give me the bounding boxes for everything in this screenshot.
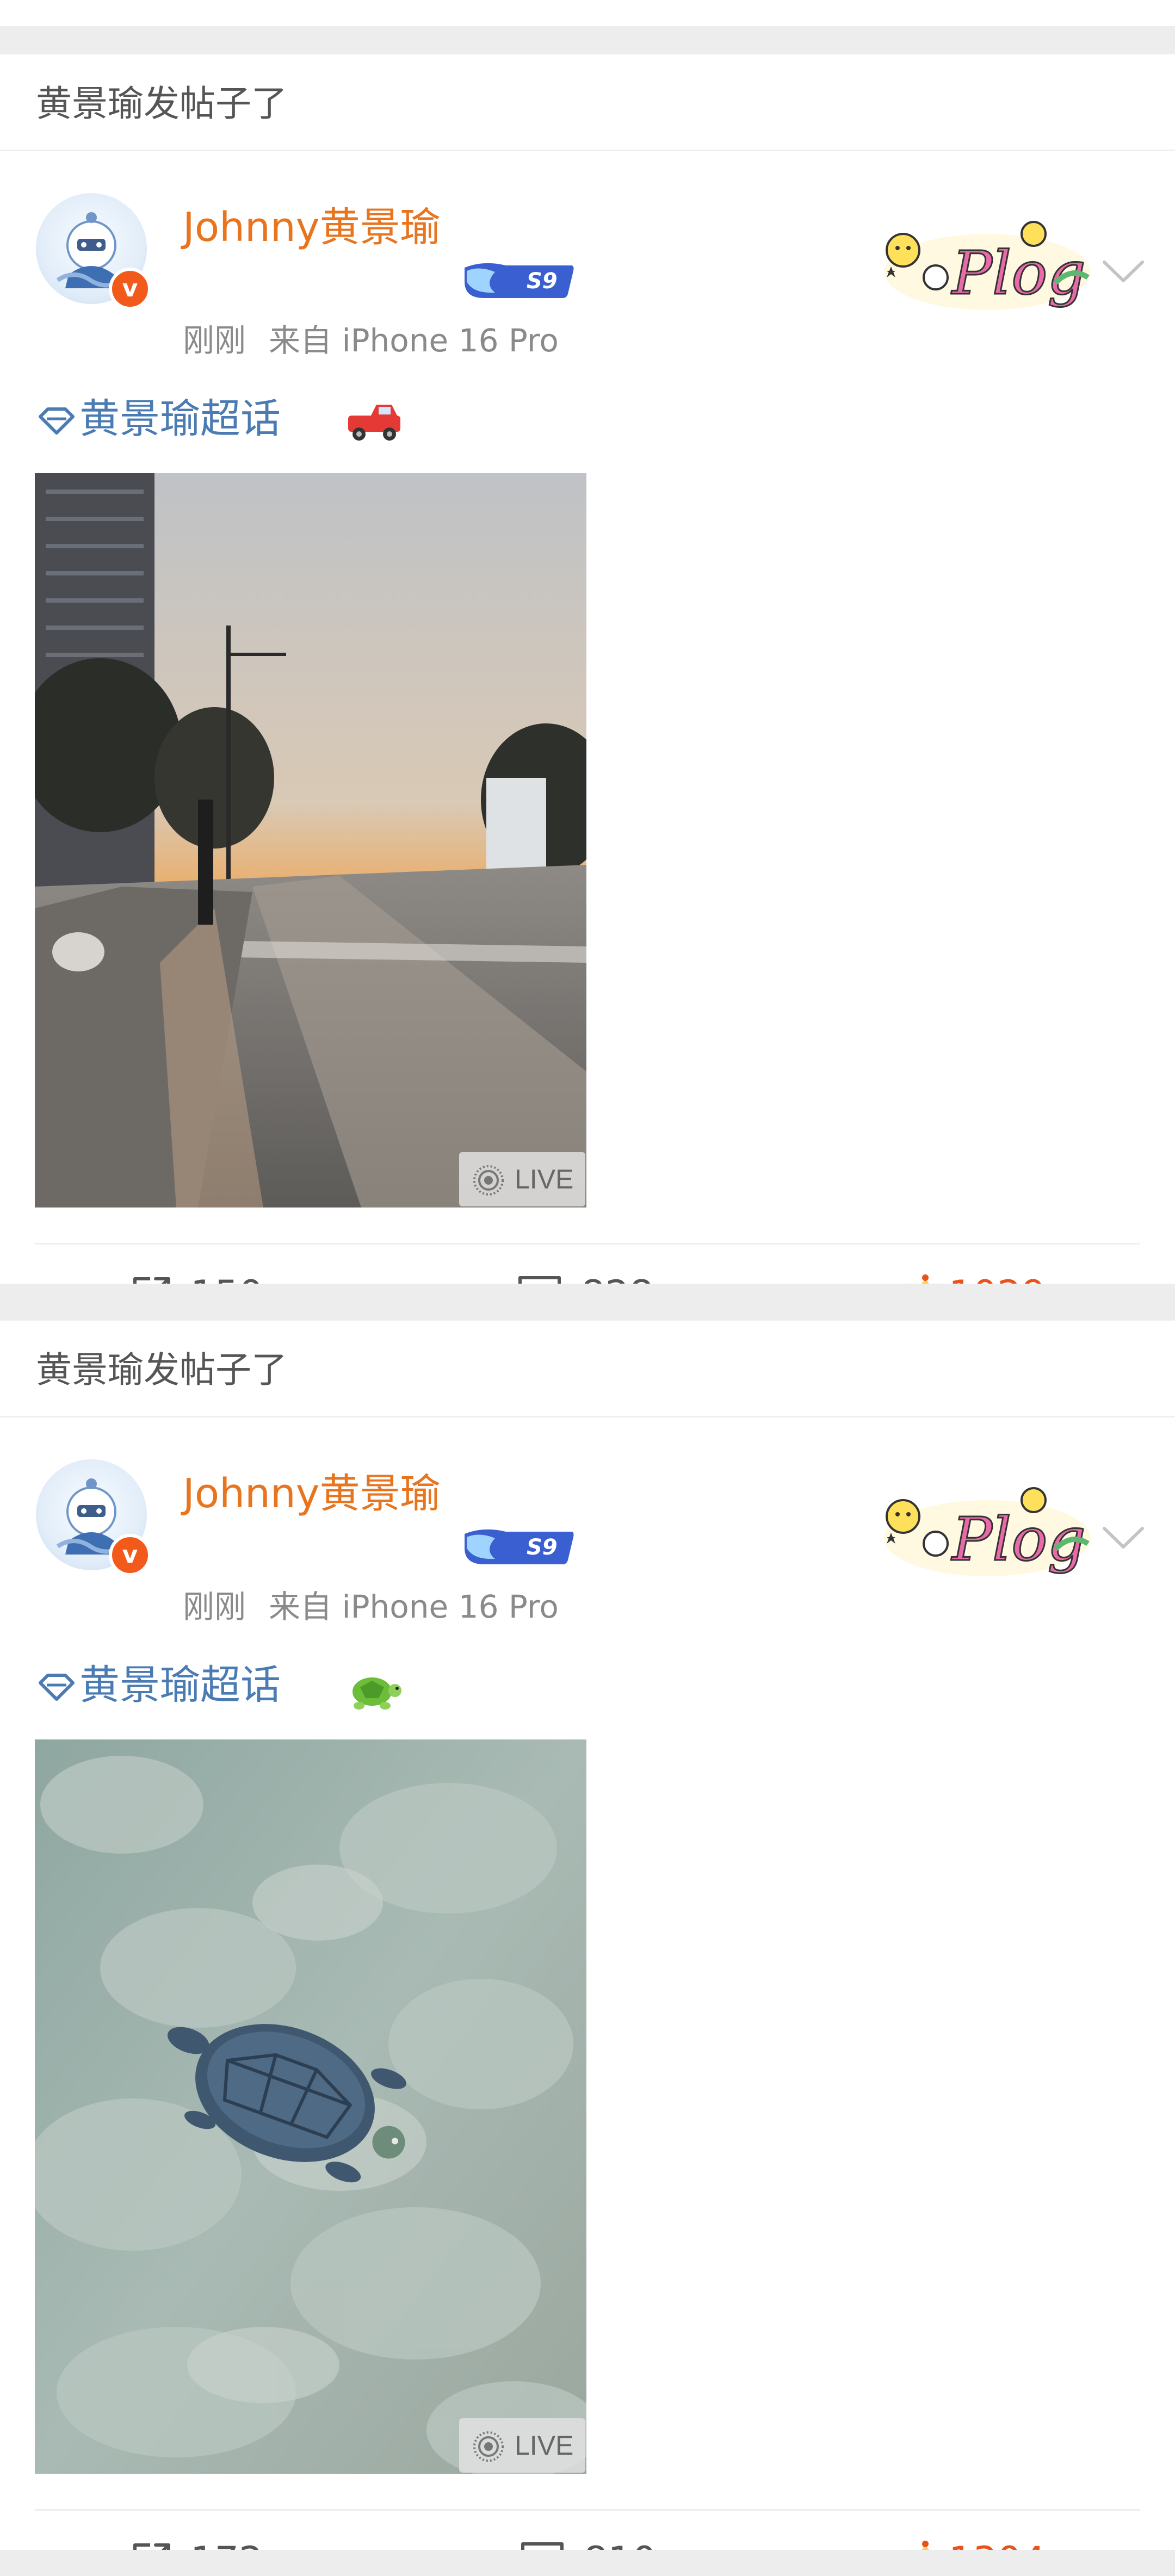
- live-photo-badge: LIVE: [459, 1152, 585, 1206]
- post-device-source: 来自 iPhone 16 Pro: [269, 1588, 559, 1625]
- live-photo-icon: [473, 2431, 504, 2462]
- post-photo[interactable]: [35, 473, 586, 1208]
- super-topic-link[interactable]: 黄景瑜超话: [36, 1658, 281, 1712]
- post-device-source: 来自 iPhone 16 Pro: [269, 322, 559, 359]
- chevron-down-icon[interactable]: [1099, 256, 1148, 288]
- turtle-icon: [352, 1677, 401, 1710]
- live-label: LIVE: [515, 2430, 574, 2461]
- post-meta: 刚刚 来自 iPhone 16 Pro: [183, 1585, 559, 1628]
- feed-gap: [0, 1284, 1175, 1321]
- super-topic-diamond-icon: [39, 1674, 75, 1701]
- post-source-header: 黄景瑜发帖子了: [0, 1321, 1175, 1417]
- super-topic-link[interactable]: 黄景瑜超话: [36, 392, 281, 446]
- super-topic-label: 黄景瑜超话: [79, 395, 281, 442]
- post-source-title: 黄景瑜发帖子了: [36, 1349, 287, 1391]
- feed-gap: [0, 26, 1175, 54]
- post-card[interactable]: 黄景瑜发帖子了 v Johnny黄景瑜 S9 刚刚 来自 iPhone 16 Pr…: [0, 54, 1175, 1317]
- action-bar-divider: [35, 1243, 1140, 1244]
- post-meta: 刚刚 来自 iPhone 16 Pro: [183, 319, 559, 362]
- live-label: LIVE: [515, 1164, 574, 1194]
- username-link[interactable]: Johnny黄景瑜: [183, 200, 441, 255]
- post-time: 刚刚: [183, 1588, 246, 1625]
- username-link[interactable]: Johnny黄景瑜: [183, 1466, 441, 1521]
- post-photo[interactable]: [35, 1739, 586, 2474]
- level-badge-label: S9: [527, 269, 558, 294]
- post-card[interactable]: 黄景瑜发帖子了 v Johnny黄景瑜 S9 刚刚 来自 iPhone 16 Pr…: [0, 1321, 1175, 2576]
- pickup-truck-icon: [348, 405, 400, 441]
- feed-gap: [0, 2550, 1175, 2576]
- post-source-title: 黄景瑜发帖子了: [36, 83, 287, 125]
- chevron-down-icon[interactable]: [1099, 1522, 1148, 1555]
- action-bar-divider: [35, 2509, 1140, 2511]
- turtle-in-water-photo-image: [35, 1739, 586, 2474]
- member-level-badge-icon[interactable]: S9: [462, 1526, 574, 1566]
- member-level-badge-icon[interactable]: S9: [462, 260, 574, 300]
- super-topic-label: 黄景瑜超话: [79, 1662, 281, 1708]
- plog-sticker-icon: Plog: [884, 1487, 1091, 1576]
- live-photo-icon: [473, 1165, 504, 1196]
- verified-badge-icon: v: [109, 268, 151, 310]
- post-time: 刚刚: [183, 322, 246, 359]
- verified-badge-icon: v: [109, 1534, 151, 1576]
- plog-sticker-icon: Plog: [884, 221, 1091, 310]
- post-source-header: 黄景瑜发帖子了: [0, 54, 1175, 151]
- level-badge-label: S9: [527, 1535, 558, 1560]
- super-topic-diamond-icon: [39, 407, 75, 435]
- live-photo-badge: LIVE: [459, 2418, 585, 2473]
- sunset-street-photo-image: [35, 473, 586, 1208]
